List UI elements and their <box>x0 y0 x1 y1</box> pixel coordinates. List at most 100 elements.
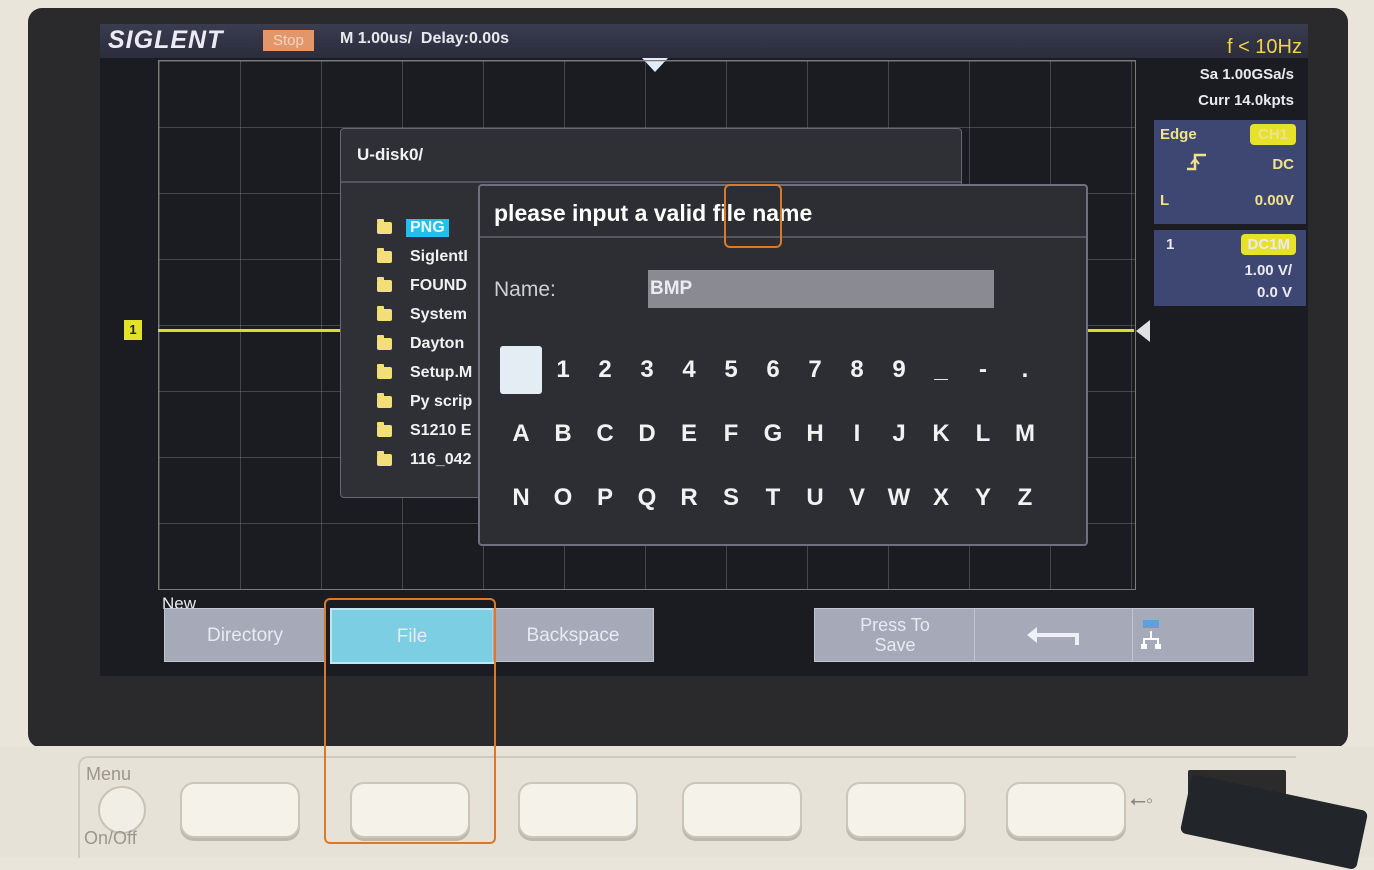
folder-icon <box>377 218 392 234</box>
list-item[interactable]: 116_042 <box>377 445 472 474</box>
keyboard-key[interactable]: 4 <box>668 346 710 394</box>
return-softkey[interactable] <box>974 608 1136 662</box>
keyboard-key[interactable] <box>500 346 542 394</box>
trigger-type: Edge <box>1160 126 1197 143</box>
list-item[interactable]: System <box>377 300 472 329</box>
keyboard-key[interactable]: 1 <box>542 346 584 394</box>
keyboard-key[interactable]: C <box>584 410 626 458</box>
list-item[interactable]: Setup.M <box>377 358 472 387</box>
onoff-label: On/Off <box>84 828 137 848</box>
folder-icon <box>377 421 392 437</box>
keyboard-key[interactable]: 8 <box>836 346 878 394</box>
menu-label: Menu <box>86 764 132 784</box>
divider <box>480 236 1086 238</box>
name-label: Name: <box>494 278 556 301</box>
directory-softkey[interactable]: Directory <box>164 608 326 662</box>
keyboard-key[interactable]: V <box>836 474 878 522</box>
memory-depth: Curr 14.0kpts <box>1198 92 1294 109</box>
file-list: PNG SiglentI FOUND System Dayton Setup.M… <box>377 213 472 474</box>
folder-icon <box>377 276 392 292</box>
keyboard-key[interactable]: 6 <box>752 346 794 394</box>
brand-logo: SIGLENT <box>108 26 224 54</box>
press-to-save-line2: Save <box>874 635 916 655</box>
list-item[interactable]: FOUND <box>377 271 472 300</box>
keyboard-row-n-z: NOPQRSTUVWXYZ <box>500 474 1046 522</box>
return-arrow-icon <box>1027 625 1083 645</box>
keyboard-key[interactable]: 9 <box>878 346 920 394</box>
keyboard-key[interactable]: R <box>668 474 710 522</box>
folder-icon <box>377 392 392 408</box>
keyboard-key[interactable]: F <box>710 410 752 458</box>
folder-icon <box>377 450 392 466</box>
keyboard-key[interactable]: W <box>878 474 920 522</box>
keyboard-key[interactable]: L <box>962 410 1004 458</box>
trigger-source-badge: CH1 <box>1249 124 1296 145</box>
menu-onoff-button[interactable] <box>98 786 146 834</box>
keyboard-key[interactable]: D <box>626 410 668 458</box>
folder-icon <box>377 247 392 263</box>
press-to-save-softkey[interactable]: Press To Save <box>814 608 976 662</box>
channel-scale: 1.00 V/ <box>1244 262 1292 279</box>
softkey-button-1[interactable] <box>180 782 300 838</box>
list-item[interactable]: Dayton <box>377 329 472 358</box>
channel-number: 1 <box>1166 236 1175 253</box>
trigger-level-marker[interactable] <box>1136 320 1150 342</box>
keyboard-key[interactable]: H <box>794 410 836 458</box>
scope-screen: SIGLENT Stop M 1.00us/ Delay:0.00s f < 1… <box>100 24 1308 676</box>
channel-offset: 0.0 V <box>1256 284 1292 301</box>
network-icon <box>1141 620 1161 649</box>
keyboard-key[interactable]: M <box>1004 410 1046 458</box>
backspace-softkey[interactable]: Backspace <box>492 608 654 662</box>
keyboard-key[interactable]: - <box>962 346 1004 394</box>
keyboard-key[interactable]: 7 <box>794 346 836 394</box>
keyboard-key[interactable]: U <box>794 474 836 522</box>
keyboard-key[interactable]: . <box>1004 346 1046 394</box>
keyboard-key[interactable]: J <box>878 410 920 458</box>
keyboard-key[interactable]: 2 <box>584 346 626 394</box>
keyboard-key[interactable]: A <box>500 410 542 458</box>
folder-icon <box>377 305 392 321</box>
channel1-panel[interactable]: 1 DC1M 1.00 V/ 0.0 V <box>1154 230 1306 306</box>
list-item[interactable]: PNG <box>377 213 472 242</box>
list-item[interactable]: Py scrip <box>377 387 472 416</box>
keyboard-key[interactable]: Y <box>962 474 1004 522</box>
annotation-highlight-file-key <box>324 598 496 844</box>
frequency-readout: f < 10Hz <box>1226 36 1302 58</box>
divider <box>341 181 961 183</box>
keyboard-key[interactable]: B <box>542 410 584 458</box>
keyboard-key[interactable]: _ <box>920 346 962 394</box>
keyboard-key[interactable]: K <box>920 410 962 458</box>
channel-coupling-badge: DC1M <box>1241 234 1296 255</box>
filename-input[interactable] <box>648 270 994 308</box>
rising-edge-icon <box>1186 152 1208 176</box>
keyboard-key[interactable]: E <box>668 410 710 458</box>
softkey-button-3[interactable] <box>518 782 638 838</box>
list-item[interactable]: SiglentI <box>377 242 472 271</box>
keyboard-key[interactable]: O <box>542 474 584 522</box>
keyboard-key[interactable]: N <box>500 474 542 522</box>
keyboard-key[interactable]: Q <box>626 474 668 522</box>
keyboard-key[interactable]: G <box>752 410 794 458</box>
softkey-button-6[interactable] <box>1006 782 1126 838</box>
keyboard-key[interactable]: S <box>710 474 752 522</box>
softkey-button-5[interactable] <box>846 782 966 838</box>
channel1-offset-marker[interactable]: 1 <box>124 320 142 340</box>
run-state-badge[interactable]: Stop <box>263 30 314 51</box>
list-item[interactable]: S1210 E <box>377 416 472 445</box>
keyboard-row-digits: 1 2 3 4 5 6 7 8 9 _ -. <box>500 346 1046 394</box>
folder-icon <box>377 363 392 379</box>
keyboard-key[interactable]: I <box>836 410 878 458</box>
trigger-panel[interactable]: Edge CH1 DC L 0.00V <box>1154 120 1306 224</box>
softkey-button-4[interactable] <box>682 782 802 838</box>
current-path: U-disk0/ <box>357 145 424 164</box>
keyboard-key[interactable]: Z <box>1004 474 1046 522</box>
keyboard-key[interactable]: P <box>584 474 626 522</box>
keyboard-key[interactable]: X <box>920 474 962 522</box>
keyboard-key[interactable]: 3 <box>626 346 668 394</box>
keyboard-key[interactable]: T <box>752 474 794 522</box>
keyboard-key[interactable]: 5 <box>710 346 752 394</box>
annotation-highlight-title <box>724 184 782 248</box>
timebase-readout: M 1.00us/ Delay:0.00s <box>340 30 509 47</box>
status-bar: SIGLENT Stop M 1.00us/ Delay:0.00s f < 1… <box>100 24 1308 58</box>
trigger-level-value: 0.00V <box>1254 192 1294 209</box>
